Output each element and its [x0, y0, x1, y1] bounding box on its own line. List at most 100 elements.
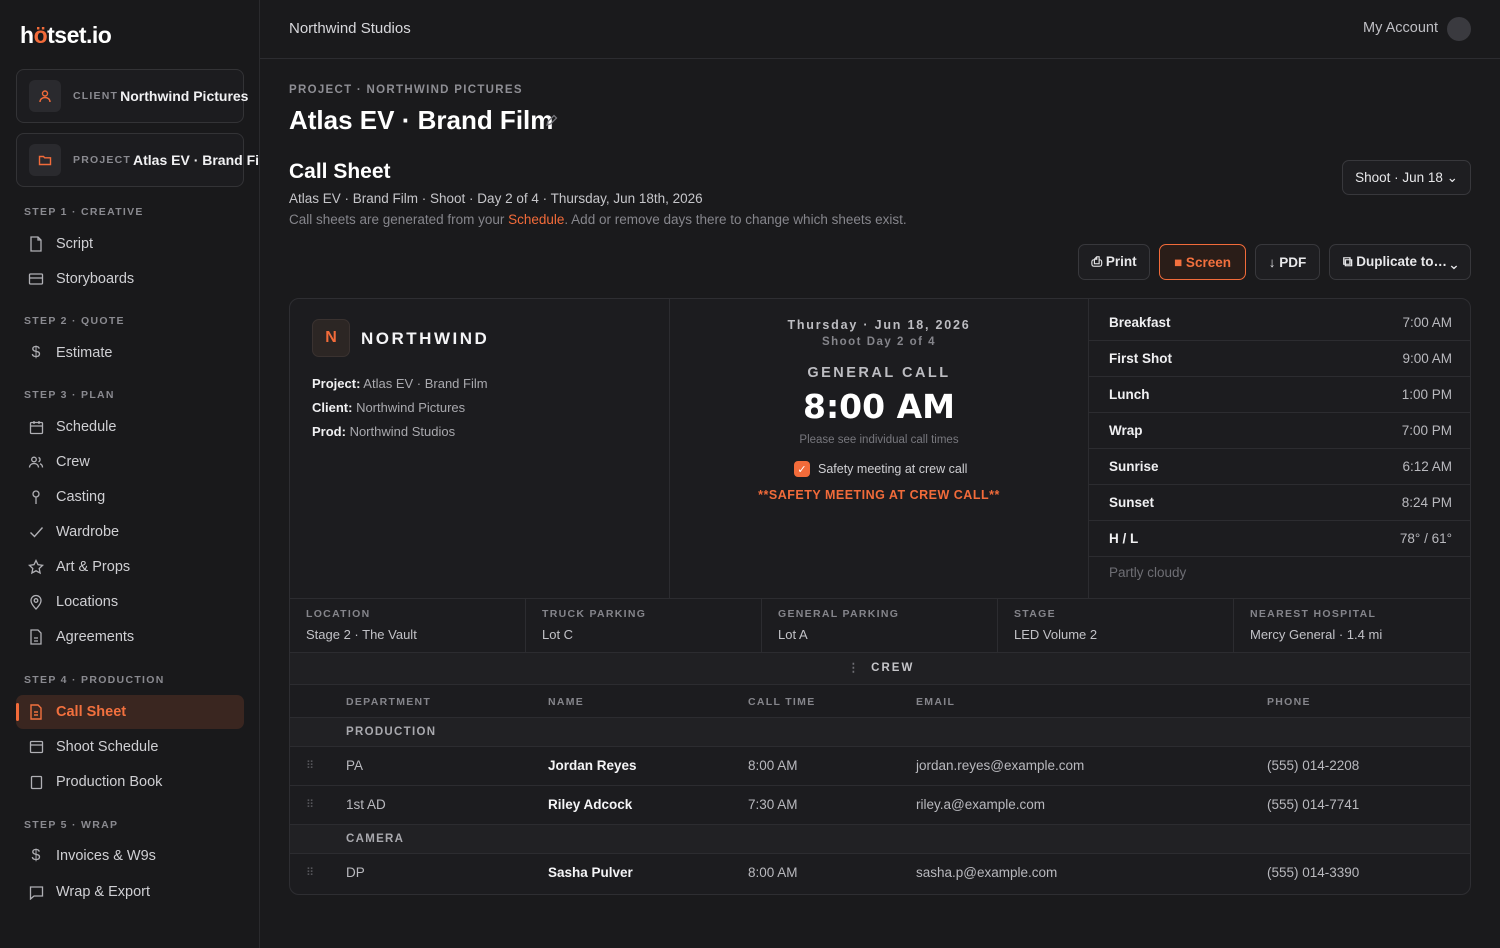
column-header: NAME — [548, 696, 585, 708]
project-name: Atlas EV · Brand Film — [133, 152, 260, 168]
sidebar-item-shoot-schedule[interactable]: Shoot Schedule — [16, 730, 244, 764]
time-row: Sunrise 6:12 AM — [1089, 449, 1470, 485]
client-switcher[interactable]: CLIENT Northwind Pictures — [16, 69, 248, 123]
document-icon — [28, 629, 44, 645]
drag-handle-icon[interactable]: ⠿ — [306, 866, 314, 879]
sidebar-item-wardrobe[interactable]: Wardrobe — [16, 515, 244, 549]
sidebar-item-label: Agreements — [56, 629, 135, 645]
section-title: Call Sheet — [289, 160, 391, 183]
time-row: Wrap 7:00 PM — [1089, 413, 1470, 449]
general-call-label: GENERAL CALL — [807, 365, 951, 381]
my-account-link[interactable]: My Account — [1363, 20, 1438, 36]
app-logo[interactable]: hötset.io — [20, 22, 112, 49]
sidebar-item-storyboards[interactable]: Storyboards — [16, 262, 244, 296]
call-sheet-card: N NORTHWIND Project: Atlas EV · Brand Fi… — [289, 298, 1471, 895]
department-row: PRODUCTION — [290, 718, 1470, 747]
sidebar-item-label: Estimate — [56, 345, 113, 361]
step-label-creative: STEP 1 · CREATIVE — [24, 206, 144, 218]
call-sheet-icon — [28, 704, 44, 720]
table-row[interactable]: ⠿ DP Sasha Pulver 8:00 AM sasha.p@exampl… — [290, 854, 1470, 893]
company-logo: N — [312, 319, 350, 357]
screen-button[interactable]: ■ Screen — [1159, 244, 1246, 280]
call-note: Please see individual call times — [799, 434, 959, 446]
chat-icon — [28, 884, 44, 900]
sidebar-item-invoices[interactable]: $ Invoices & W9s — [16, 839, 244, 873]
pdf-button[interactable]: ↓ PDF — [1255, 244, 1320, 280]
safety-warning: **SAFETY MEETING AT CREW CALL** — [758, 488, 1000, 502]
sidebar-item-label: Invoices & W9s — [56, 848, 156, 864]
calendar-grid-icon — [28, 739, 44, 755]
avatar[interactable] — [1447, 17, 1471, 41]
step-label-wrap: STEP 5 · WRAP — [24, 819, 119, 831]
edit-pencil-icon[interactable] — [545, 114, 559, 128]
client-name: Northwind Pictures — [120, 88, 249, 104]
sidebar-item-label: Crew — [56, 454, 90, 470]
time-row: First Shot 9:00 AM — [1089, 341, 1470, 377]
general-call-time: 8:00 AM — [803, 387, 955, 426]
department-row: CAMERA — [290, 825, 1470, 854]
column-header: DEPARTMENT — [346, 696, 432, 708]
shoot-day-select[interactable]: Shoot · Jun 18 ⌄ — [1342, 160, 1471, 195]
duplicate-button[interactable]: ⧉ Duplicate to… ⌄ — [1329, 244, 1471, 280]
sidebar-item-call-sheet[interactable]: Call Sheet — [16, 695, 244, 729]
drag-handle-icon[interactable]: ⠿ — [306, 759, 314, 772]
sidebar-item-locations[interactable]: Locations — [16, 585, 244, 619]
sidebar-item-label: Call Sheet — [56, 704, 127, 720]
sidebar-item-casting[interactable]: Casting — [16, 480, 244, 514]
file-icon — [28, 236, 44, 252]
pin-icon — [28, 594, 44, 610]
star-icon — [28, 559, 44, 575]
sidebar-item-wrap-export[interactable]: Wrap & Export — [16, 875, 244, 909]
studio-name: Northwind Studios — [289, 20, 411, 37]
sidebar-item-schedule[interactable]: Schedule — [16, 410, 244, 444]
page-title: Atlas EV · Brand Film — [289, 105, 554, 135]
crew-table-header: DEPARTMENT NAME CALL TIME EMAIL PHONE — [290, 685, 1470, 718]
table-row[interactable]: ⠿ 1st AD Riley Adcock 7:30 AM riley.a@ex… — [290, 786, 1470, 825]
step-label-quote: STEP 2 · QUOTE — [24, 315, 125, 327]
crew-section-header: ⋮ CREW — [290, 653, 1470, 685]
truck-parking-cell: TRUCK PARKING Lot C — [526, 599, 762, 652]
sidebar-item-agreements[interactable]: Agreements — [16, 620, 244, 654]
sidebar-item-art-props[interactable]: Art & Props — [16, 550, 244, 584]
client-kind-label: CLIENT — [73, 90, 119, 102]
drag-handle-icon[interactable]: ⋮ — [848, 662, 860, 674]
sidebar-item-script[interactable]: Script — [16, 227, 244, 261]
drag-handle-icon[interactable]: ⠿ — [306, 798, 314, 811]
sidebar-item-label: Schedule — [56, 419, 117, 435]
section-subtitle: Atlas EV · Brand Film · Shoot · Day 2 of… — [289, 191, 703, 206]
storyboard-icon — [28, 271, 44, 287]
calendar-icon — [28, 419, 44, 435]
table-row[interactable]: ⠿ PA Jordan Reyes 8:00 AM jordan.reyes@e… — [290, 747, 1470, 786]
sidebar-item-label: Storyboards — [56, 271, 135, 287]
hospital-cell: NEAREST HOSPITAL Mercy General · 1.4 mi — [1250, 608, 1383, 642]
general-parking-cell: GENERAL PARKING Lot A — [762, 599, 998, 652]
times-panel: Breakfast 7:00 AM First Shot 9:00 AM Lunch… — [1089, 299, 1470, 598]
time-row: Sunset 8:24 PM — [1089, 485, 1470, 521]
sidebar-item-estimate[interactable]: $ Estimate — [16, 336, 244, 370]
weather-text: Partly cloudy — [1109, 565, 1187, 580]
column-header: PHONE — [1267, 696, 1311, 708]
breadcrumb[interactable]: PROJECT · NORTHWIND PICTURES — [289, 84, 523, 96]
sidebar-item-crew[interactable]: Crew — [16, 445, 244, 479]
sidebar-item-label: Script — [56, 236, 94, 252]
check-icon — [28, 524, 44, 540]
book-icon — [28, 774, 44, 790]
sidebar-item-label: Wardrobe — [56, 524, 120, 540]
project-line: Project: Atlas EV · Brand Film — [312, 376, 488, 391]
project-switcher[interactable]: PROJECT Atlas EV · Brand Film — [16, 133, 259, 187]
prod-line: Prod: Northwind Studios — [312, 424, 456, 439]
company-name: NORTHWIND — [361, 329, 490, 348]
sidebar-item-label: Casting — [56, 489, 106, 505]
sidebar-item-label: Locations — [56, 594, 119, 610]
safety-meeting-checkbox[interactable]: ✓ Safety meeting at crew call — [794, 461, 967, 477]
schedule-link[interactable]: Schedule — [508, 212, 564, 227]
sidebar-item-production-book[interactable]: Production Book — [16, 765, 244, 799]
step-label-production: STEP 4 · PRODUCTION — [24, 674, 165, 686]
checkmark-icon: ✓ — [794, 461, 810, 477]
top-bar: Northwind Studios My Account — [260, 0, 1500, 59]
print-button[interactable]: ⎙ Print — [1078, 244, 1150, 280]
time-row: Breakfast 7:00 AM — [1089, 305, 1470, 341]
dollar-icon: $ — [31, 847, 41, 864]
time-row: H / L 78° / 61° — [1089, 521, 1470, 557]
general-call-panel: Thursday · Jun 18, 2026 Shoot Day 2 of 4… — [670, 299, 1089, 598]
